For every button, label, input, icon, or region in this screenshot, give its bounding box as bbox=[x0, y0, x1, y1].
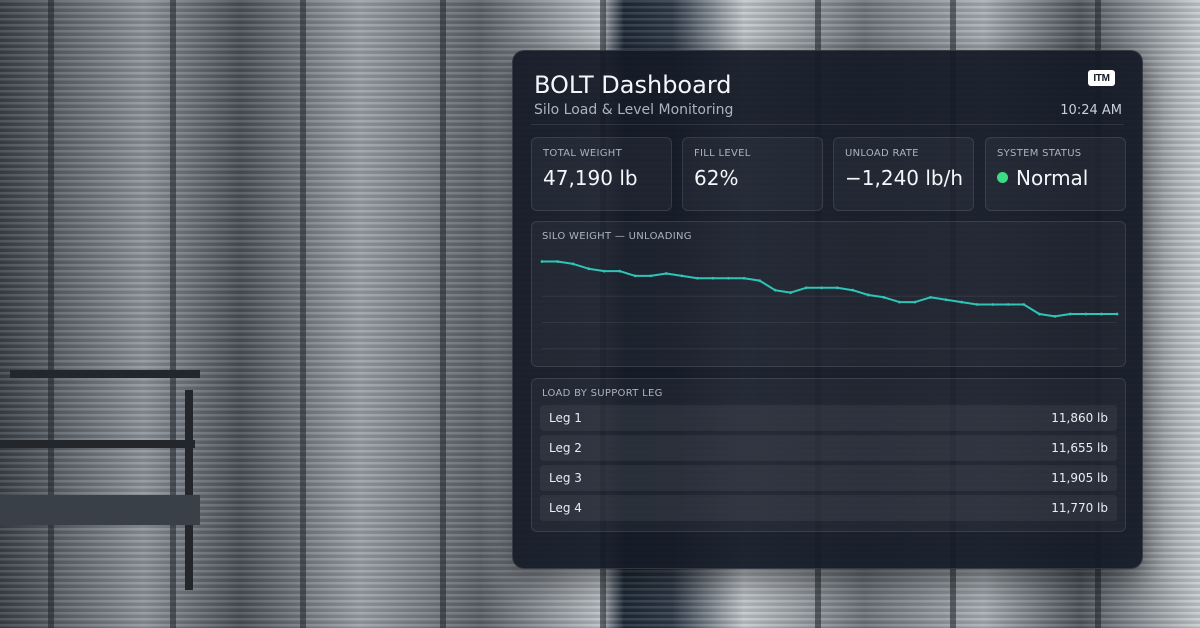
weight-data-point bbox=[571, 262, 575, 266]
system-status-card: SYSTEM STATUS Normal bbox=[985, 137, 1126, 211]
walkway-frame bbox=[10, 370, 200, 378]
weight-series-line bbox=[542, 260, 1117, 318]
weight-data-point bbox=[742, 276, 746, 280]
legs-label: LOAD BY SUPPORT LEG bbox=[542, 388, 663, 399]
weight-data-point bbox=[680, 274, 684, 278]
weight-data-point bbox=[1068, 312, 1072, 316]
weight-data-point bbox=[758, 279, 761, 283]
silo-seam bbox=[440, 0, 446, 628]
status-text: Normal bbox=[1016, 166, 1089, 190]
weight-data-point bbox=[975, 303, 979, 306]
leg-row: Leg 3 11,905 lb bbox=[540, 465, 1117, 491]
leg-name: Leg 2 bbox=[549, 441, 582, 455]
dashboard-panel: BOLT Dashboard Silo Load & Level Monitor… bbox=[512, 50, 1143, 569]
weight-data-point bbox=[1006, 303, 1010, 306]
weight-data-point bbox=[556, 260, 559, 263]
weight-data-point bbox=[835, 286, 839, 290]
metric-label: UNLOAD RATE bbox=[845, 148, 919, 159]
weight-data-point bbox=[1100, 312, 1103, 316]
clock-time: 10:24 AM bbox=[1060, 103, 1122, 118]
weight-data-point bbox=[1053, 315, 1057, 318]
weight-data-point bbox=[540, 260, 544, 263]
weight-data-point bbox=[664, 272, 668, 275]
weight-data-point bbox=[804, 286, 808, 290]
leg-value: 11,770 lb bbox=[1051, 501, 1108, 515]
metric-label: TOTAL WEIGHT bbox=[543, 148, 623, 159]
silo-seam bbox=[300, 0, 306, 628]
leg-value: 11,860 lb bbox=[1051, 411, 1108, 425]
metric-label: SYSTEM STATUS bbox=[997, 148, 1082, 159]
weight-data-point bbox=[1037, 312, 1041, 316]
silo-seam bbox=[170, 0, 176, 628]
weight-data-point bbox=[1115, 312, 1119, 316]
leg-row: Leg 1 11,860 lb bbox=[540, 405, 1117, 431]
weight-data-point bbox=[944, 298, 948, 302]
weight-data-point bbox=[618, 269, 622, 273]
weight-data-point bbox=[960, 300, 963, 304]
weight-data-point bbox=[1022, 303, 1026, 306]
metric-label: FILL LEVEL bbox=[694, 148, 751, 159]
metric-value: −1,240 lb/h bbox=[845, 166, 964, 190]
weight-data-point bbox=[851, 288, 855, 292]
weight-data-point bbox=[929, 295, 932, 299]
leg-name: Leg 1 bbox=[549, 411, 582, 425]
weight-data-point bbox=[882, 295, 886, 299]
weight-data-point bbox=[866, 293, 870, 297]
weight-data-point bbox=[649, 274, 653, 278]
walkway-frame bbox=[0, 440, 195, 448]
total-weight-card: TOTAL WEIGHT 47,190 lb bbox=[531, 137, 672, 211]
weight-data-point bbox=[1084, 312, 1088, 316]
header-divider bbox=[531, 124, 1124, 125]
dashboard-title: BOLT Dashboard bbox=[534, 71, 732, 99]
weight-data-point bbox=[820, 286, 824, 290]
status-indicator-icon bbox=[997, 172, 1008, 183]
support-leg-load-panel: LOAD BY SUPPORT LEG Leg 1 11,860 lb Leg … bbox=[531, 378, 1126, 532]
dashboard-subtitle: Silo Load & Level Monitoring bbox=[534, 102, 734, 118]
weight-data-point bbox=[991, 303, 995, 306]
metric-value: 62% bbox=[694, 166, 739, 190]
unload-rate-card: UNLOAD RATE −1,240 lb/h bbox=[833, 137, 974, 211]
weight-data-point bbox=[602, 269, 606, 273]
fill-level-card: FILL LEVEL 62% bbox=[682, 137, 823, 211]
leg-row: Leg 4 11,770 lb bbox=[540, 495, 1117, 521]
leg-value: 11,905 lb bbox=[1051, 471, 1108, 485]
weight-line-chart bbox=[540, 260, 1119, 350]
weight-data-point bbox=[633, 274, 637, 278]
weight-data-point bbox=[898, 300, 901, 304]
leg-row: Leg 2 11,655 lb bbox=[540, 435, 1117, 461]
itm-logo: ITM bbox=[1088, 70, 1115, 86]
weight-data-point bbox=[773, 288, 777, 292]
weight-data-point bbox=[727, 276, 730, 280]
leg-name: Leg 4 bbox=[549, 501, 582, 515]
walkway-frame bbox=[185, 390, 193, 590]
silo-seam bbox=[48, 0, 54, 628]
walkway-frame bbox=[0, 495, 200, 525]
silo-weight-chart: SILO WEIGHT — UNLOADING bbox=[531, 221, 1126, 367]
leg-value: 11,655 lb bbox=[1051, 441, 1108, 455]
metric-value: 47,190 lb bbox=[543, 166, 638, 190]
weight-data-point bbox=[789, 291, 793, 294]
weight-data-point bbox=[913, 300, 917, 304]
leg-name: Leg 3 bbox=[549, 471, 582, 485]
weight-data-point bbox=[711, 276, 715, 280]
weight-data-point bbox=[696, 276, 699, 280]
status-value: Normal bbox=[997, 166, 1088, 190]
weight-data-point bbox=[587, 267, 591, 271]
